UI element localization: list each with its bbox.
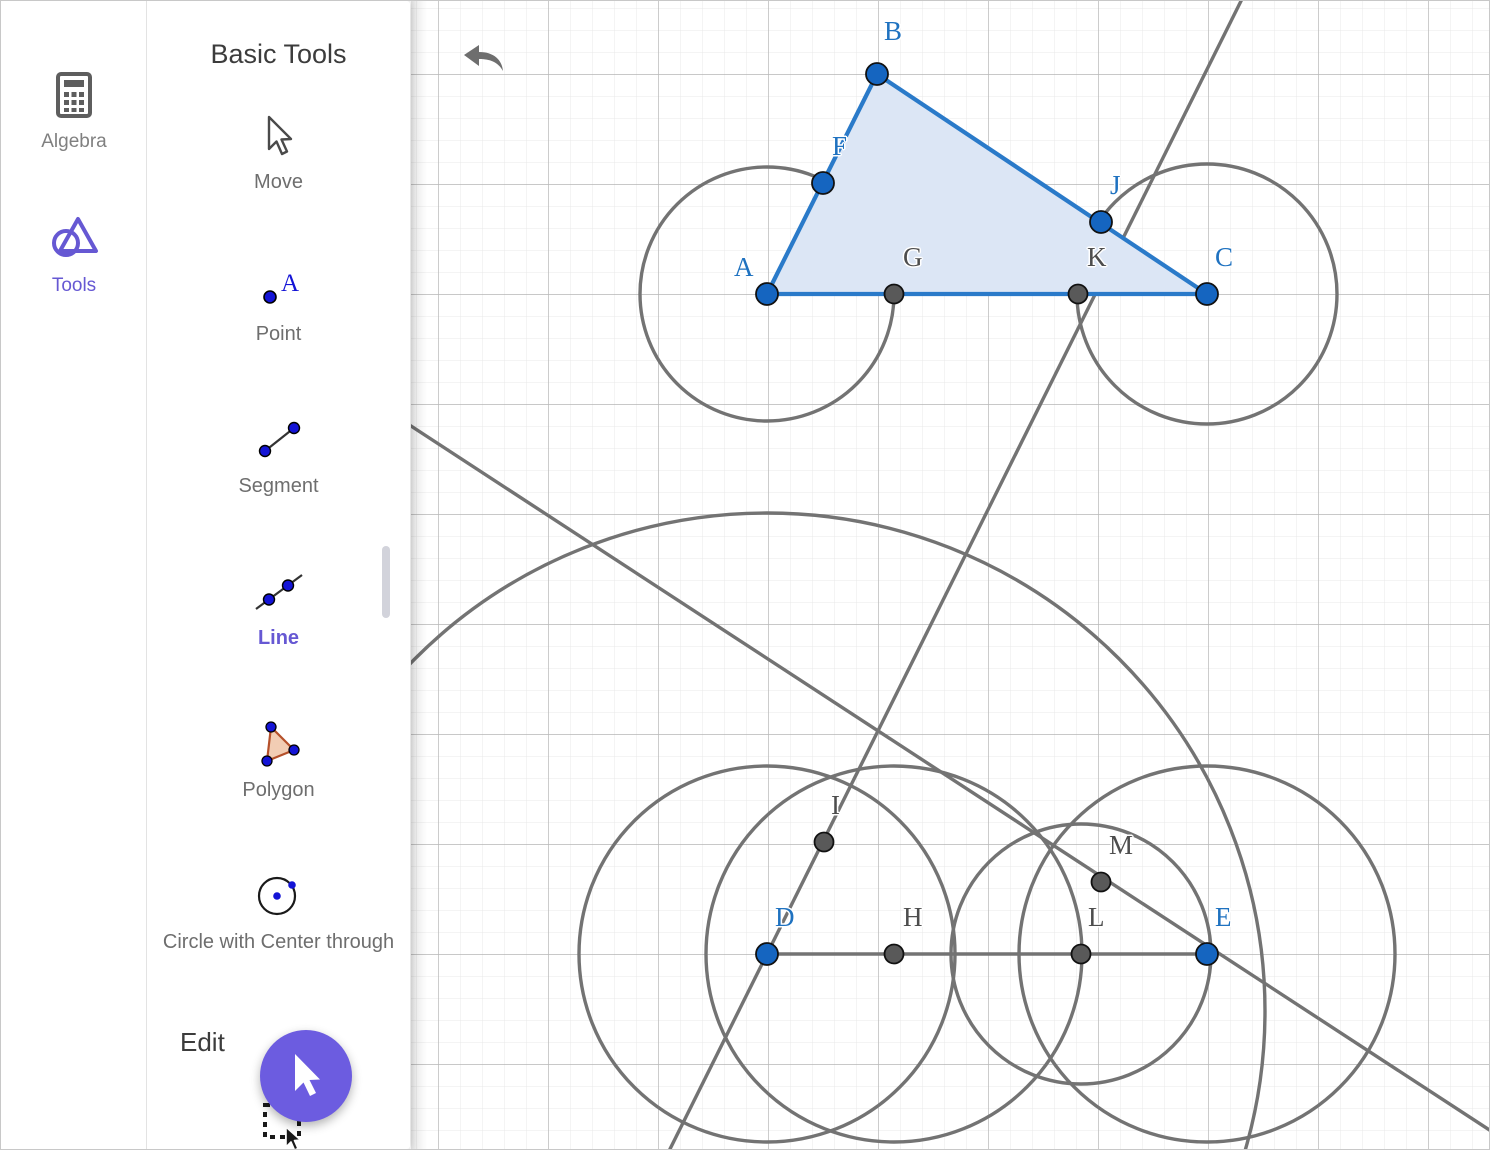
circle-center-icon: [147, 869, 410, 929]
point-I[interactable]: [813, 831, 835, 853]
geometry-canvas[interactable]: A B C D E F G H I J K L M: [411, 1, 1489, 1149]
calculator-icon: [1, 71, 147, 127]
tool-move-label: Move: [254, 171, 303, 193]
tool-line-label: Line: [257, 627, 300, 649]
point-L[interactable]: [1070, 943, 1092, 965]
tool-point[interactable]: A Point: [147, 261, 410, 347]
point-label-L[interactable]: L: [1088, 902, 1105, 933]
left-rail: Algebra Tools: [1, 1, 147, 1149]
geogebra-app: Algebra Tools Basic Tools Move A Point S…: [0, 0, 1490, 1150]
tool-polygon[interactable]: Polygon: [147, 717, 410, 803]
point-D[interactable]: [755, 942, 779, 966]
point-K[interactable]: [1067, 283, 1089, 305]
svg-text:A: A: [281, 270, 299, 297]
rail-item-tools[interactable]: Tools: [1, 215, 147, 297]
point-B[interactable]: [865, 62, 889, 86]
tool-point-label: Point: [255, 323, 302, 345]
polygon-icon: [147, 717, 410, 777]
cursor-arrow-icon: [147, 109, 410, 169]
point-J[interactable]: [1089, 210, 1113, 234]
line-icon: [147, 565, 410, 625]
undo-arrow-icon: [456, 45, 510, 91]
tool-line[interactable]: Line: [147, 565, 410, 651]
rail-item-algebra[interactable]: Algebra: [1, 71, 147, 153]
tool-polygon-label: Polygon: [242, 779, 315, 801]
point-label-K[interactable]: K: [1087, 242, 1107, 273]
point-H[interactable]: [883, 943, 905, 965]
panel-title: Basic Tools: [210, 39, 347, 69]
tool-circle-with-center-through[interactable]: Circle with Center through: [147, 869, 410, 955]
point-label-M[interactable]: M: [1109, 830, 1133, 861]
cursor-arrow-icon: [284, 1047, 328, 1106]
tool-segment[interactable]: Segment: [147, 413, 410, 499]
geogebra-tools-icon: [1, 215, 147, 271]
tool-segment-label: Segment: [238, 475, 319, 497]
point-label-F[interactable]: F: [832, 131, 847, 162]
circles-group: [411, 162, 1397, 1149]
tool-circle-label: Circle with Center through: [162, 931, 395, 953]
point-label-I[interactable]: I: [831, 790, 840, 821]
point-label-H[interactable]: H: [903, 902, 923, 933]
tool-panel-scrollbar[interactable]: [382, 546, 390, 618]
point-label-J[interactable]: J: [1110, 170, 1121, 201]
point-label-G[interactable]: G: [903, 242, 923, 273]
point-C[interactable]: [1195, 282, 1219, 306]
undo-button[interactable]: [456, 33, 510, 87]
construction-circle[interactable]: [411, 511, 1267, 1149]
segment-icon: [147, 413, 410, 473]
basic-tools-panel: Basic Tools Move A Point Segment Line Po…: [147, 1, 410, 1149]
point-G[interactable]: [883, 283, 905, 305]
point-label-C[interactable]: C: [1215, 242, 1233, 273]
point-label-D[interactable]: D: [775, 902, 795, 933]
rail-item-tools-label: Tools: [51, 275, 97, 296]
point-E[interactable]: [1195, 942, 1219, 966]
point-M[interactable]: [1090, 871, 1112, 893]
point-F[interactable]: [811, 171, 835, 195]
point-A[interactable]: [755, 282, 779, 306]
rail-item-algebra-label: Algebra: [41, 131, 107, 152]
point-label-E[interactable]: E: [1215, 902, 1232, 933]
tool-move[interactable]: Move: [147, 109, 410, 195]
point-icon: A: [147, 261, 410, 321]
point-label-A[interactable]: A: [734, 252, 754, 283]
point-label-B[interactable]: B: [884, 16, 902, 47]
construction-layer: [411, 1, 1489, 1149]
move-mode-fab-button[interactable]: [260, 1030, 352, 1122]
